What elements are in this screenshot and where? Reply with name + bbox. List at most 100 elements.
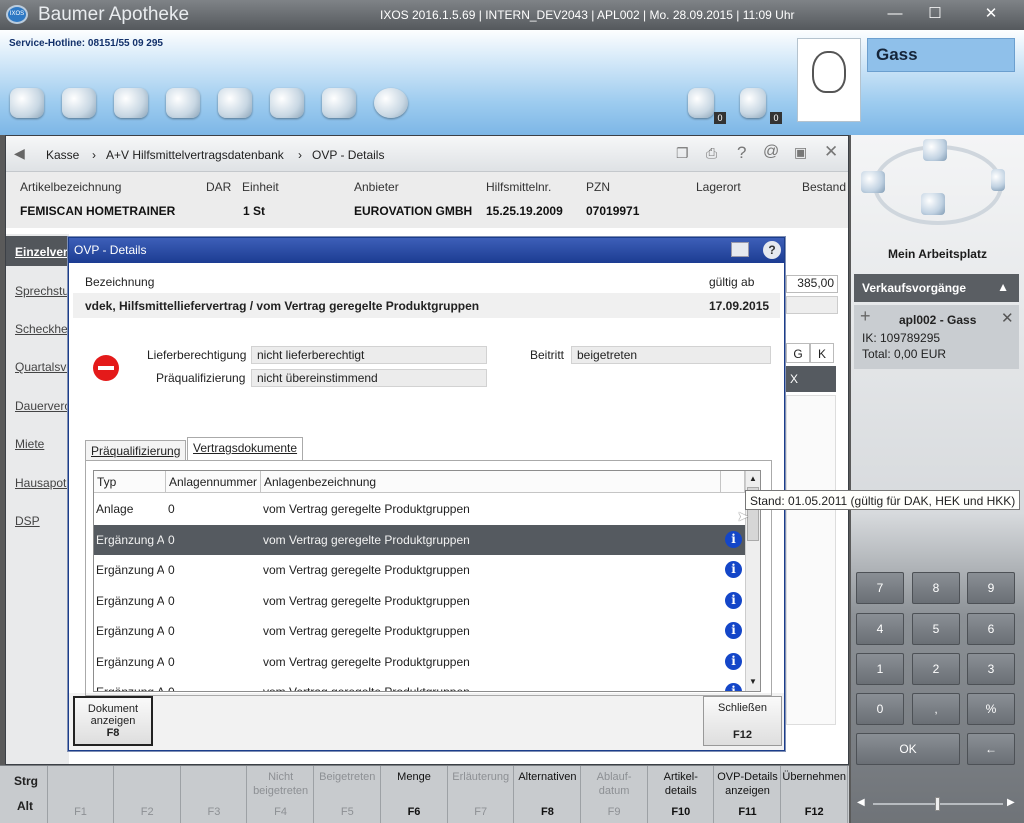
key-2[interactable]: 2: [912, 653, 960, 685]
zoom-slider[interactable]: [873, 797, 1003, 811]
workplace-box-icon[interactable]: [861, 171, 885, 193]
info-icon[interactable]: i: [725, 530, 742, 548]
fkey-f8[interactable]: Alternativen F8: [515, 766, 581, 823]
footprints-icon[interactable]: [218, 88, 252, 118]
tab-prequalification[interactable]: Präqualifizierung: [85, 440, 187, 461]
info-icon[interactable]: [688, 88, 714, 118]
scroll-down-icon[interactable]: ▼: [749, 677, 757, 686]
tab-dauerverordnung[interactable]: Dauerverordnung: [15, 399, 69, 413]
table-row[interactable]: Ergänzung A+V 0 vom Vertrag geregelte Prod…: [94, 586, 745, 616]
scroll-up-icon[interactable]: ▲: [749, 474, 757, 483]
table-row[interactable]: Anlage 0 vom Vertrag geregelte Produktgrup…: [94, 494, 745, 524]
fkey-f1[interactable]: F1: [48, 766, 114, 823]
breadcrumb-item-database[interactable]: A+V Hilfsmittelvertragsdatenbank: [106, 148, 284, 162]
show-document-button[interactable]: Dokument anzeigen F8: [73, 696, 153, 746]
back-arrow-icon[interactable]: ◀: [14, 145, 25, 162]
key-7[interactable]: 7: [856, 572, 904, 604]
tab-dsp[interactable]: DSP: [15, 514, 40, 528]
collapse-up-icon[interactable]: ▲: [997, 280, 1009, 294]
files-icon[interactable]: [322, 88, 356, 118]
mortar-icon[interactable]: [10, 88, 44, 118]
fkey-f10[interactable]: Artikel-details F10: [648, 766, 715, 823]
key-3[interactable]: 3: [967, 653, 1015, 685]
handshake-icon[interactable]: [62, 88, 96, 118]
key-9[interactable]: 9: [967, 572, 1015, 604]
col-header-number[interactable]: Anlagennummer: [166, 471, 261, 493]
ok-button[interactable]: OK: [856, 733, 960, 765]
close-sales-icon[interactable]: ✕: [1001, 309, 1014, 327]
fkey-f6[interactable]: Menge F6: [382, 766, 448, 823]
modifier-strg[interactable]: Strg: [14, 774, 38, 788]
documents-icon[interactable]: [270, 88, 304, 118]
fkey-label: Beigetreten: [319, 771, 376, 783]
shopping-bag-icon[interactable]: [114, 88, 148, 118]
info-icon[interactable]: i: [725, 683, 742, 691]
key-1[interactable]: 1: [856, 653, 904, 685]
window-icon[interactable]: ▣: [794, 144, 807, 161]
close-window-icon[interactable]: ✕: [824, 142, 838, 162]
key-5[interactable]: 5: [912, 613, 960, 645]
breadcrumb-item-kasse[interactable]: Kasse: [46, 148, 79, 162]
close-button[interactable]: Schließen F12: [703, 696, 782, 746]
fkey-f11[interactable]: OVP-Details anzeigen F11: [715, 766, 781, 823]
key-8[interactable]: 8: [912, 572, 960, 604]
key-comma[interactable]: ,: [912, 693, 960, 725]
slider-left-arrow-icon[interactable]: ◀: [857, 797, 865, 808]
fkey-f4[interactable]: Nicht beigetreten F4: [248, 766, 315, 823]
backspace-button[interactable]: ←: [967, 733, 1015, 765]
fkey-f9[interactable]: Ablauf-datum F9: [582, 766, 648, 823]
valid-from-value: 17.09.2015: [709, 299, 770, 313]
email-icon[interactable]: @: [763, 143, 779, 161]
table-row[interactable]: Ergänzung A+V 0 vom Vertrag geregelte Prod…: [94, 677, 745, 691]
slider-right-arrow-icon[interactable]: ▶: [1007, 797, 1015, 808]
print-icon[interactable]: ⎙: [706, 145, 717, 162]
key-0[interactable]: 0: [856, 693, 904, 725]
sales-header[interactable]: Verkaufsvorgänge ▲: [854, 274, 1019, 302]
payment-icon[interactable]: [374, 88, 408, 118]
customer-photo[interactable]: [797, 38, 861, 122]
sales-item[interactable]: + apl002 - Gass ✕ IK: 109789295 Total: 0…: [854, 305, 1019, 369]
info-icon[interactable]: i: [725, 652, 742, 670]
window-toggle-icon[interactable]: [731, 242, 749, 257]
tab-hausapotheke[interactable]: Hausapotheke: [15, 476, 69, 490]
close-app-button[interactable]: ✕: [980, 4, 1002, 24]
table-row[interactable]: Ergänzung A+V 0 vom Vertrag geregelte Prod…: [94, 555, 745, 585]
fkey-f12[interactable]: Übernehmen F12: [782, 766, 848, 823]
workplace-info-icon[interactable]: [991, 169, 1005, 191]
checklist-icon[interactable]: [740, 88, 766, 118]
copy-icon[interactable]: ❐: [676, 145, 689, 162]
add-icon[interactable]: +: [860, 306, 871, 327]
minimize-button[interactable]: —: [884, 4, 906, 24]
info-icon[interactable]: i: [725, 561, 742, 578]
tab-contract-documents[interactable]: Vertragsdokumente: [187, 437, 304, 461]
workplace-stack-icon[interactable]: [923, 139, 947, 161]
fkey-f7[interactable]: Erläuterung F7: [448, 766, 515, 823]
col-header-name[interactable]: Anlagenbezeichnung: [261, 471, 721, 493]
col-header-type[interactable]: Typ: [94, 471, 166, 493]
table-row[interactable]: Ergänzung A+V 0 vom Vertrag geregelte Prod…: [94, 524, 745, 555]
info-icon[interactable]: i: [725, 622, 742, 639]
medicine-bottle-icon[interactable]: [166, 88, 200, 118]
key-6[interactable]: 6: [967, 613, 1015, 645]
info-icon[interactable]: i: [725, 591, 742, 609]
help-icon[interactable]: ?: [737, 143, 746, 163]
customer-name[interactable]: Gass: [867, 38, 1015, 72]
fkey-f3[interactable]: F3: [181, 766, 248, 823]
slider-thumb[interactable]: [935, 797, 940, 811]
workplace-docs-icon[interactable]: [921, 193, 945, 215]
cell-number: 0: [168, 624, 175, 638]
restore-button[interactable]: ☐: [924, 4, 946, 24]
modifier-alt[interactable]: Alt: [17, 799, 33, 813]
tab-scheckheft[interactable]: Scheckheft: [15, 322, 69, 336]
tab-sprechstundenbedarf[interactable]: Sprechstundenbedarf: [15, 284, 69, 298]
table-row[interactable]: Ergänzung A+V 0 vom Vertrag geregelte Prod…: [94, 647, 745, 677]
tab-einzelverordnung[interactable]: Einzelverordnung: [15, 245, 69, 259]
help-icon[interactable]: ?: [763, 241, 781, 259]
key-4[interactable]: 4: [856, 613, 904, 645]
fkey-f2[interactable]: F2: [115, 766, 181, 823]
table-row[interactable]: Ergänzung A+V 0 vom Vertrag geregelte Prod…: [94, 616, 745, 646]
tab-miete[interactable]: Miete: [15, 437, 44, 451]
fkey-f5[interactable]: Beigetreten F5: [315, 766, 381, 823]
key-percent[interactable]: %: [967, 693, 1015, 725]
tab-quartalsverordnung[interactable]: Quartalsverordnung: [15, 360, 69, 374]
